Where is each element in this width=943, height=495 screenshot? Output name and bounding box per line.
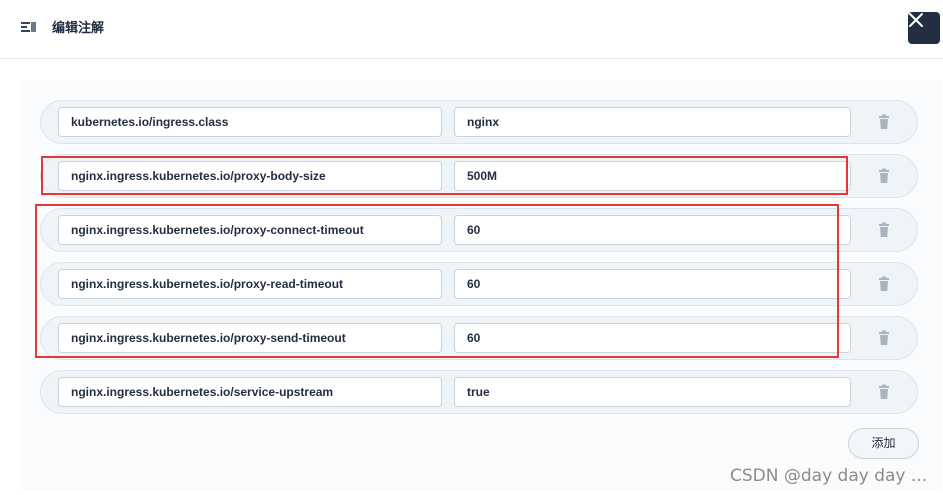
annotation-value-input[interactable] [454,161,851,191]
annotation-key-input[interactable] [58,215,442,245]
annotation-value-input[interactable] [454,377,851,407]
annotation-key-input[interactable] [58,323,442,353]
close-button[interactable] [908,12,940,44]
trash-icon[interactable] [876,222,892,238]
annotation-value-input[interactable] [454,215,851,245]
trash-icon[interactable] [876,276,892,292]
annotation-value-input[interactable] [454,323,851,353]
annotation-row [40,370,918,414]
trash-icon[interactable] [876,384,892,400]
annotation-value-input[interactable] [454,107,851,137]
trash-icon[interactable] [876,330,892,346]
trash-icon[interactable] [876,114,892,130]
trash-icon[interactable] [876,168,892,184]
dialog-title: 编辑注解 [52,20,105,35]
watermark: CSDN @day day day ... [730,466,928,486]
annotation-row [40,208,918,252]
annotation-row [40,100,918,144]
annotation-row [40,262,918,306]
annotation-key-input[interactable] [58,377,442,407]
annotation-key-input[interactable] [58,107,442,137]
annotation-icon [21,21,37,35]
annotation-row [40,316,918,360]
add-button[interactable]: 添加 [848,428,919,459]
annotation-row [40,154,918,198]
annotation-key-input[interactable] [58,269,442,299]
annotation-key-input[interactable] [58,161,442,191]
annotation-value-input[interactable] [454,269,851,299]
edit-annotations-dialog: 编辑注解 kubernetes.io/ingress.class nginx n… [0,0,943,495]
dialog-header: 编辑注解 [0,0,943,59]
